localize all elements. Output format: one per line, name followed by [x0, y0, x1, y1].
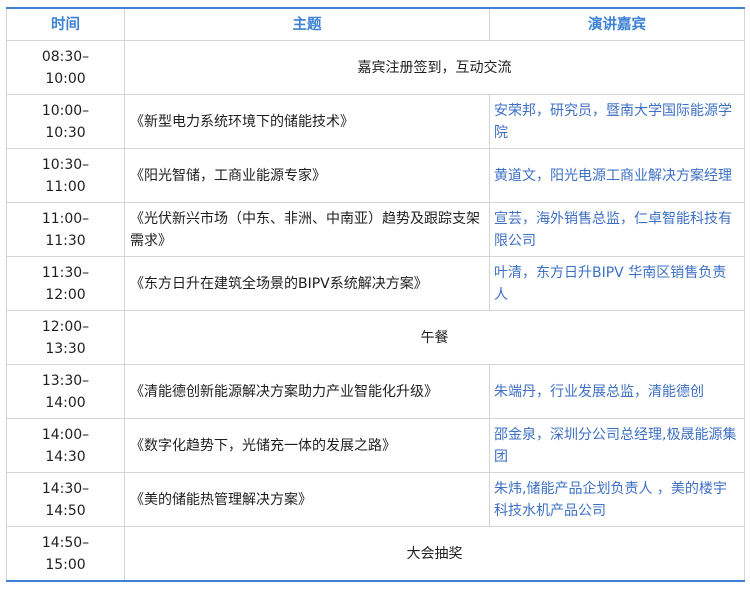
time-end: 14:50	[45, 502, 86, 519]
time-end: 11:00	[45, 178, 86, 195]
topic-cell: 《数字化趋势下，光储充一体的发展之路》	[124, 418, 490, 473]
time-start: 14:30–	[41, 480, 90, 497]
time-cell: 13:30– 14:00	[6, 364, 125, 419]
table-row: 11:30– 12:00 《东方日升在建筑全场景的BIPV系统解决方案》 叶清，…	[6, 256, 745, 311]
topic-cell: 《美的储能热管理解决方案》	[124, 472, 490, 527]
time-cell: 14:30– 14:50	[6, 472, 125, 527]
time-end: 15:00	[45, 556, 86, 573]
time-start: 08:30–	[41, 48, 90, 65]
topic-cell: 《新型电力系统环境下的储能技术》	[124, 94, 490, 149]
table-header-row: 时间 主题 演讲嘉宾	[6, 7, 745, 41]
topic-cell: 《清能德创新能源解决方案助力产业智能化升级》	[124, 364, 490, 419]
table-row: 14:50– 15:00 大会抽奖	[6, 526, 745, 582]
time-cell: 14:50– 15:00	[6, 526, 125, 582]
time-start: 10:30–	[41, 156, 90, 173]
table-row: 10:30– 11:00 《阳光智储，工商业能源专家》 黄道文，阳光电源工商业解…	[6, 148, 745, 203]
time-start: 14:50–	[41, 534, 90, 551]
time-cell: 10:00– 10:30	[6, 94, 125, 149]
topic-cell: 《光伏新兴市场（中东、非洲、中南亚）趋势及跟踪支架需求》	[124, 202, 490, 257]
agenda-table: 时间 主题 演讲嘉宾 08:30– 10:00 嘉宾注册签到，互动交流 10:0…	[6, 7, 745, 582]
table-row: 14:00– 14:30 《数字化趋势下，光储充一体的发展之路》 邵金泉，深圳分…	[6, 418, 745, 473]
time-end: 11:30	[45, 232, 86, 249]
table-row: 10:00– 10:30 《新型电力系统环境下的储能技术》 安荣邦，研究员，暨南…	[6, 94, 745, 149]
guest-cell: 叶清，东方日升BIPV 华南区销售负责人	[489, 256, 745, 311]
time-cell: 12:00– 13:30	[6, 310, 125, 365]
time-start: 13:30–	[41, 372, 90, 389]
table-row: 13:30– 14:00 《清能德创新能源解决方案助力产业智能化升级》 朱端丹，…	[6, 364, 745, 419]
time-start: 14:00–	[41, 426, 90, 443]
topic-cell: 《阳光智储，工商业能源专家》	[124, 148, 490, 203]
time-cell: 10:30– 11:00	[6, 148, 125, 203]
topic-cell: 《东方日升在建筑全场景的BIPV系统解决方案》	[124, 256, 490, 311]
time-start: 11:30–	[41, 264, 90, 281]
time-end: 13:30	[45, 340, 86, 357]
time-end: 12:00	[45, 286, 86, 303]
time-cell: 11:00– 11:30	[6, 202, 125, 257]
session-cell: 大会抽奖	[124, 526, 745, 582]
time-end: 14:00	[45, 394, 86, 411]
guest-cell: 邵金泉，深圳分公司总经理,极晟能源集团	[489, 418, 745, 473]
table-row: 12:00– 13:30 午餐	[6, 310, 745, 365]
time-start: 11:00–	[41, 210, 90, 227]
time-start: 10:00–	[41, 102, 90, 119]
time-end: 10:00	[45, 70, 86, 87]
table-row: 14:30– 14:50 《美的储能热管理解决方案》 朱炜,储能产品企划负责人 …	[6, 472, 745, 527]
session-cell: 午餐	[124, 310, 745, 365]
table-row: 08:30– 10:00 嘉宾注册签到，互动交流	[6, 40, 745, 95]
time-start: 12:00–	[41, 318, 90, 335]
session-cell: 嘉宾注册签到，互动交流	[124, 40, 745, 95]
time-cell: 11:30– 12:00	[6, 256, 125, 311]
guest-cell: 朱端丹，行业发展总监，清能德创	[489, 364, 745, 419]
time-end: 14:30	[45, 448, 86, 465]
header-time: 时间	[6, 7, 125, 41]
guest-cell: 黄道文，阳光电源工商业解决方案经理	[489, 148, 745, 203]
guest-cell: 宣芸，海外销售总监，仁卓智能科技有限公司	[489, 202, 745, 257]
header-topic: 主题	[124, 7, 490, 41]
time-cell: 14:00– 14:30	[6, 418, 125, 473]
time-cell: 08:30– 10:00	[6, 40, 125, 95]
guest-cell: 安荣邦，研究员，暨南大学国际能源学院	[489, 94, 745, 149]
table-row: 11:00– 11:30 《光伏新兴市场（中东、非洲、中南亚）趋势及跟踪支架需求…	[6, 202, 745, 257]
guest-cell: 朱炜,储能产品企划负责人 ，美的楼宇科技水机产品公司	[489, 472, 745, 527]
time-end: 10:30	[45, 124, 86, 141]
header-guest: 演讲嘉宾	[489, 7, 745, 41]
